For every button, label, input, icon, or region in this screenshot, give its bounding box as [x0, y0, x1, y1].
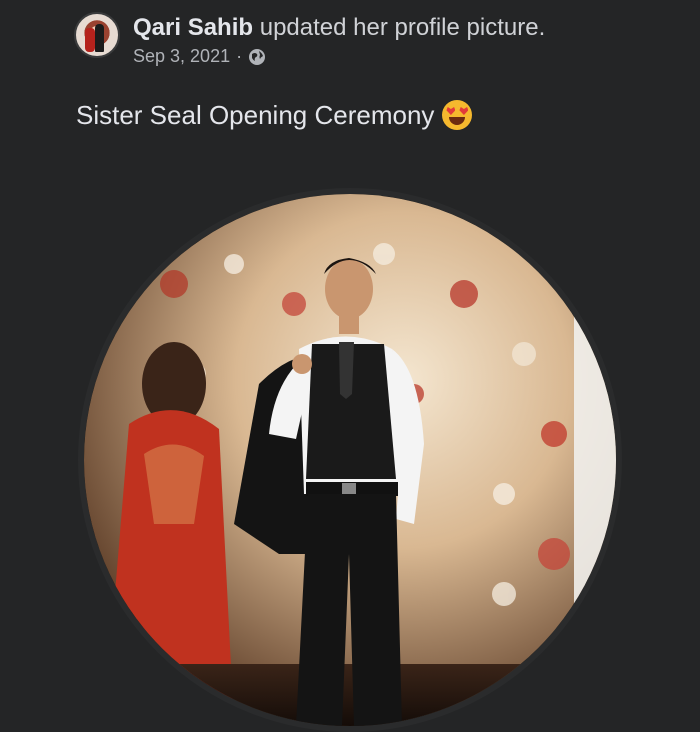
heart-eye-right	[459, 107, 469, 115]
meta-separator: ·	[236, 46, 243, 66]
post-caption: Sister Seal Opening Ceremony	[76, 98, 473, 132]
avatar-figure-dark	[95, 24, 104, 52]
emoji-mouth	[449, 117, 466, 125]
caption-text: Sister Seal Opening Ceremony	[76, 100, 435, 130]
post-header: Qari Sahib updated her profile picture. …	[74, 12, 674, 74]
heart-eyes-emoji-icon	[442, 100, 473, 130]
author-avatar[interactable]	[74, 12, 120, 58]
author-name[interactable]: Qari Sahib	[133, 14, 253, 41]
heart-eye-left	[446, 107, 456, 115]
globe-icon[interactable]	[248, 48, 266, 66]
post-date[interactable]: Sep 3, 2021	[133, 46, 230, 67]
header-line: Qari Sahib updated her profile picture.	[133, 14, 545, 42]
profile-picture[interactable]	[78, 188, 622, 732]
profile-photo-image	[84, 194, 616, 726]
post-meta: Sep 3, 2021 ·	[133, 46, 545, 67]
avatar-figure-red	[85, 28, 95, 52]
post-action-text: updated her profile picture.	[259, 14, 546, 41]
header-text: Qari Sahib updated her profile picture. …	[133, 14, 545, 67]
